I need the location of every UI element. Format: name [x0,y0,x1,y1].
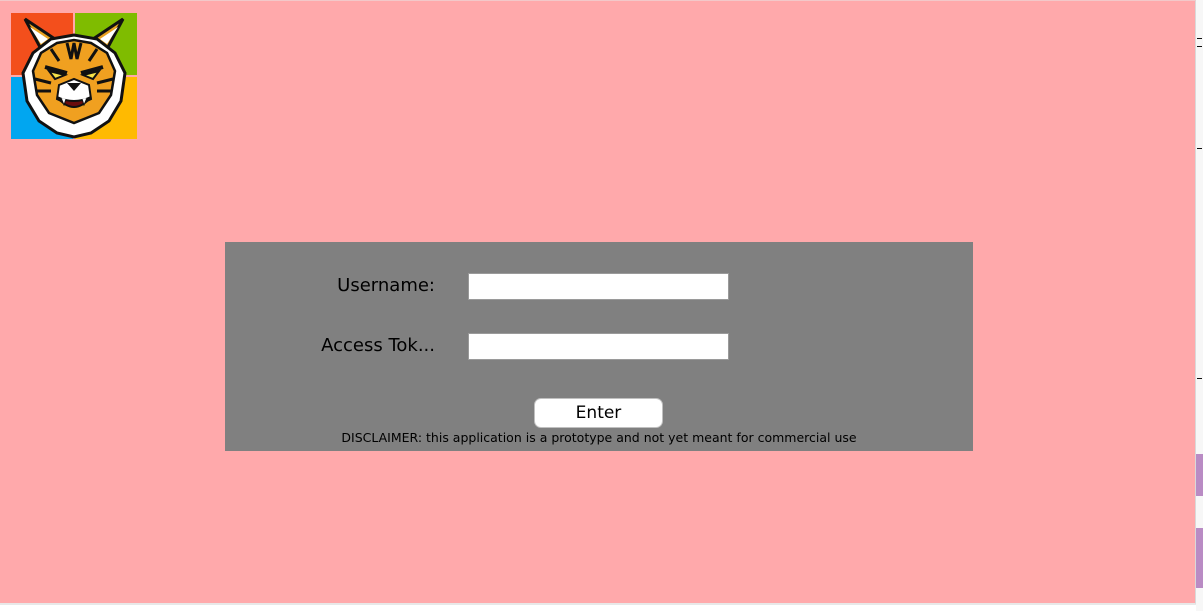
edge-mark [1197,148,1202,149]
access-token-label: Access Tok... [321,335,435,356]
app-window: Username: Access Tok... Enter DISCLAIMER… [0,0,1197,605]
enter-button[interactable]: Enter [534,398,663,428]
edge-mark [1197,38,1202,39]
app-logo [11,13,137,139]
access-token-field[interactable] [468,333,729,360]
edge-mark [1197,46,1202,47]
username-label: Username: [337,275,435,296]
edge-strip [1196,454,1203,496]
background-window-edge [1196,0,1203,611]
username-field[interactable] [468,273,729,300]
login-panel: Username: Access Tok... Enter DISCLAIMER… [225,242,973,451]
bobcat-mascot-icon [21,17,127,139]
edge-strip [1196,528,1203,588]
edge-mark [1197,378,1202,379]
disclaimer-text: DISCLAIMER: this application is a protot… [341,430,857,445]
